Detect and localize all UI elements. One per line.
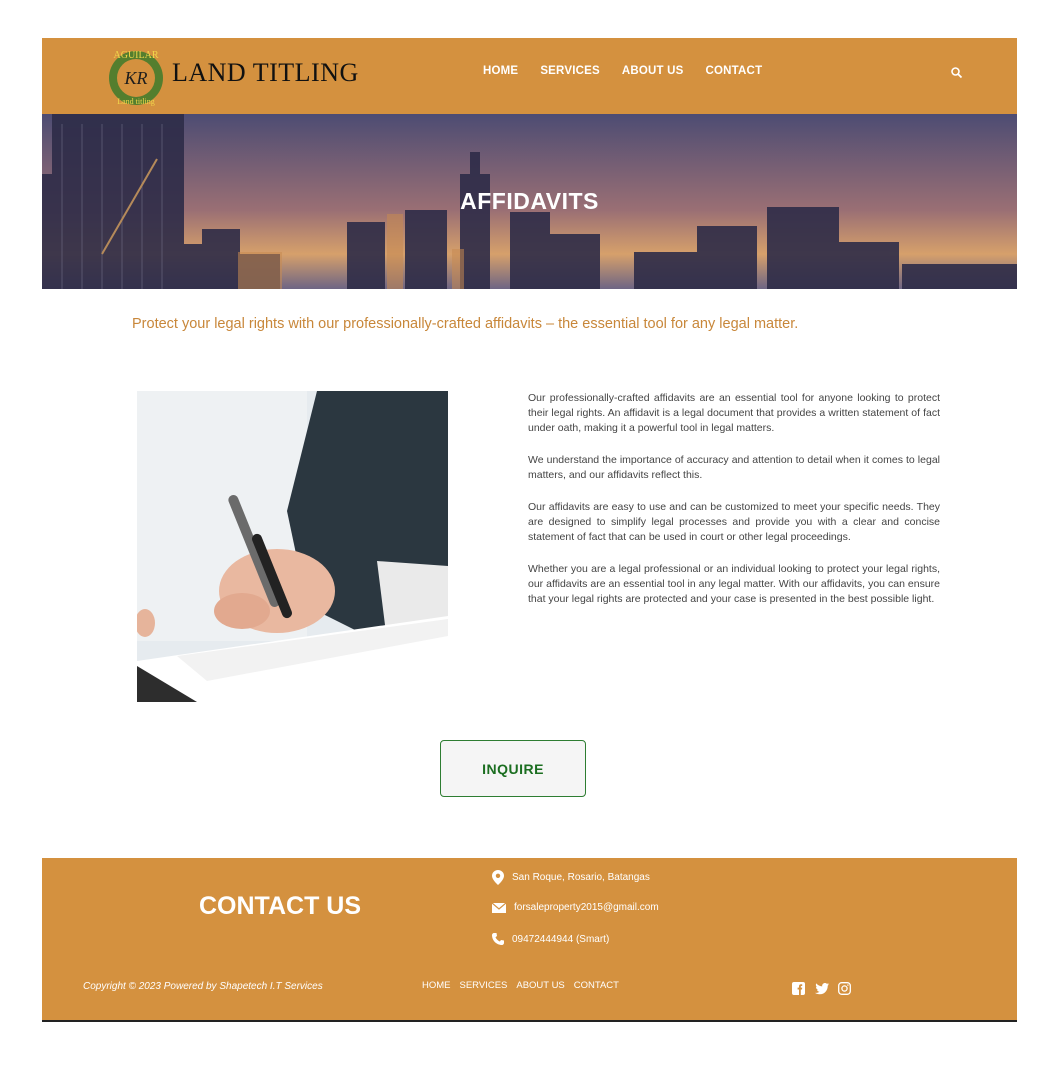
signing-document-photo	[137, 391, 448, 702]
footer-nav-services[interactable]: SERVICES	[460, 980, 508, 991]
footer-nav-home[interactable]: HOME	[422, 980, 451, 991]
facebook-icon[interactable]	[792, 982, 805, 995]
social-links	[792, 982, 851, 995]
main-nav: HOME SERVICES ABOUT US CONTACT	[483, 65, 762, 77]
hero-banner: AFFIDAVITS	[42, 114, 1017, 289]
email-text[interactable]: forsaleproperty2015@gmail.com	[514, 902, 659, 913]
paragraph: Our affidavits are easy to use and can b…	[528, 501, 940, 543]
email-line[interactable]: forsaleproperty2015@gmail.com	[492, 902, 659, 913]
nav-contact[interactable]: CONTACT	[706, 65, 763, 77]
address-text: San Roque, Rosario, Batangas	[512, 872, 650, 883]
contact-heading: CONTACT US	[199, 892, 362, 920]
company-logo[interactable]: KR AGUILAR Land titling	[104, 44, 168, 108]
svg-text:Land titling: Land titling	[117, 97, 155, 106]
nav-services[interactable]: SERVICES	[540, 65, 600, 77]
address-line: San Roque, Rosario, Batangas	[492, 870, 650, 885]
inquire-button[interactable]: INQUIRE	[440, 740, 586, 797]
envelope-icon	[492, 902, 506, 913]
phone-line[interactable]: 09472444944 (Smart)	[492, 933, 609, 945]
paragraph: Our professionally-crafted affidavits ar…	[528, 392, 940, 434]
phone-text[interactable]: 09472444944 (Smart)	[512, 934, 609, 945]
location-pin-icon	[492, 870, 504, 885]
phone-icon	[492, 933, 504, 945]
page: KR AGUILAR Land titling LAND TITLING HOM…	[42, 38, 1017, 1022]
footer-nav-about-us[interactable]: ABOUT US	[516, 980, 564, 991]
site-header: KR AGUILAR Land titling LAND TITLING HOM…	[42, 38, 1017, 114]
paragraph: Whether you are a legal professional or …	[528, 563, 940, 605]
logo-seal-icon: KR AGUILAR Land titling	[109, 50, 163, 106]
nav-home[interactable]: HOME	[483, 65, 518, 77]
description-text: Our professionally-crafted affidavits ar…	[528, 391, 940, 624]
brand-name[interactable]: LAND TITLING	[172, 58, 359, 88]
svg-text:AGUILAR: AGUILAR	[114, 50, 159, 61]
copyright-text: Copyright © 2023 Powered by Shapetech I.…	[83, 981, 323, 992]
footer-nav: HOME SERVICES ABOUT US CONTACT	[422, 980, 619, 991]
svg-text:KR: KR	[123, 68, 147, 88]
twitter-icon[interactable]	[815, 982, 829, 995]
paragraph: We understand the importance of accuracy…	[528, 454, 940, 481]
site-footer: CONTACT US San Roque, Rosario, Batangas …	[42, 858, 1017, 1022]
nav-about-us[interactable]: ABOUT US	[622, 65, 684, 77]
footer-nav-contact[interactable]: CONTACT	[574, 980, 619, 991]
instagram-icon[interactable]	[838, 982, 851, 995]
search-icon[interactable]	[950, 66, 964, 80]
tagline: Protect your legal rights with our profe…	[132, 316, 799, 332]
page-title: AFFIDAVITS	[460, 188, 599, 214]
